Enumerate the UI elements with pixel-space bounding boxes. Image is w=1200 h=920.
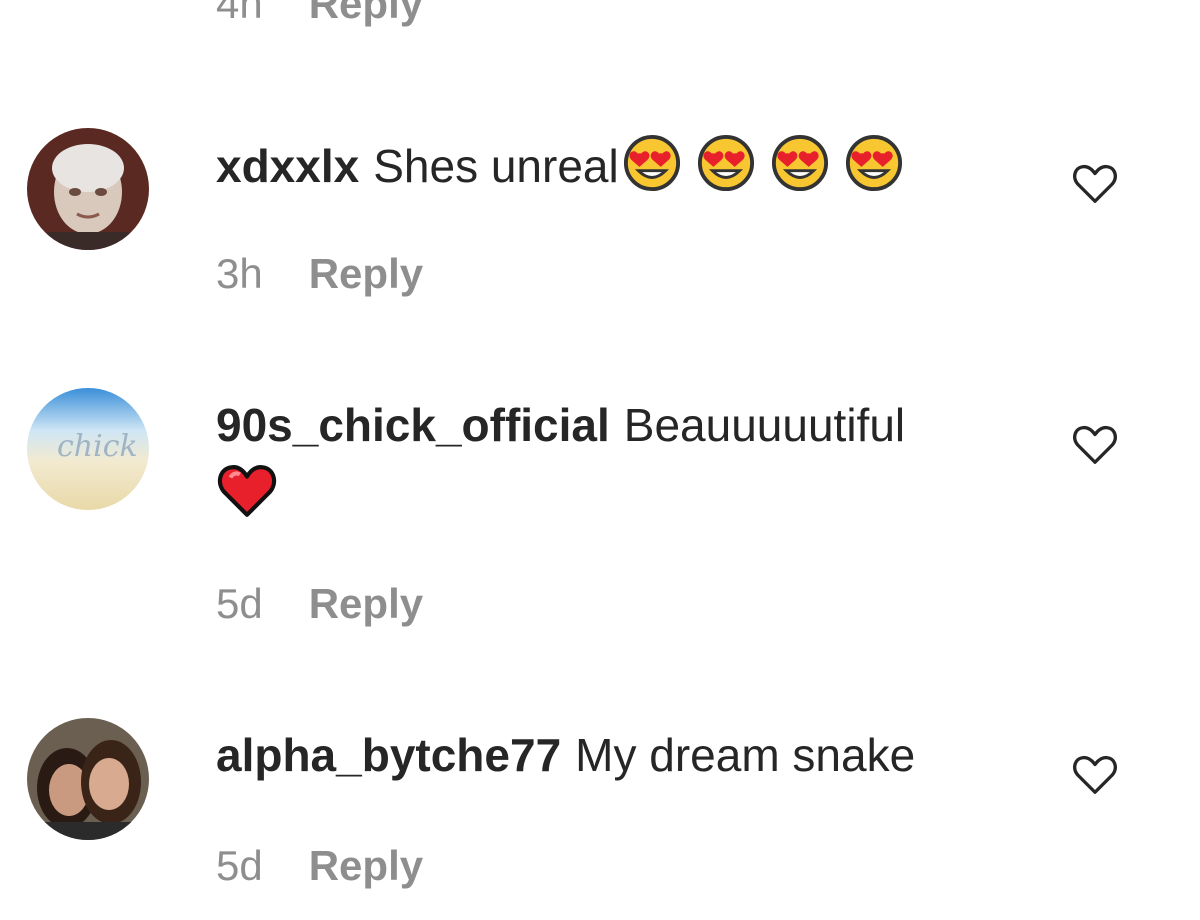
reply-button[interactable]: Reply [309,250,423,298]
comment-time: 4h [216,0,263,27]
comment-username[interactable]: alpha_bytche77 [216,729,561,781]
heart-eyes-emoji [845,134,902,192]
reply-button[interactable]: Reply [309,842,423,890]
avatar-image [27,128,149,250]
comment-meta: 5d Reply [216,580,423,628]
heart-eyes-emoji [623,134,680,192]
comment-username[interactable]: 90s_chick_official [216,399,610,451]
comment-text: My dream snake [575,729,916,781]
comment-meta: 5d Reply [216,842,423,890]
comment-username[interactable]: xdxxlx [216,140,359,192]
avatar[interactable]: chick [27,388,149,510]
heart-eyes-emoji [771,134,828,192]
red-heart-emoji [217,465,277,517]
heart-eyes-emoji [697,134,754,192]
heart-outline-icon[interactable] [1072,423,1118,467]
avatar[interactable] [27,128,149,250]
comment-body: 90s_chick_official Beauuuuutiful [216,394,1016,521]
reply-button[interactable]: Reply [309,0,423,28]
comment-text: Shes unreal [373,140,619,192]
comment-time: 3h [216,250,263,297]
comment-text: Beauuuuutiful [623,399,906,451]
heart-outline-icon[interactable] [1072,753,1118,797]
comment-meta: 3h Reply [216,250,423,298]
avatar-image: chick [27,388,149,510]
avatar[interactable] [27,718,149,840]
heart-outline-icon[interactable] [1072,162,1118,206]
comment-meta-top: 4h Reply [216,0,423,28]
avatar-image [27,718,149,840]
comment-body: xdxxlx Shes unreal [216,134,1016,197]
comment-body: alpha_bytche77 My dream snake [216,724,1016,786]
avatar-text: chick [57,429,138,464]
comment-time: 5d [216,842,263,889]
reply-button[interactable]: Reply [309,580,423,628]
comment-time: 5d [216,580,263,627]
